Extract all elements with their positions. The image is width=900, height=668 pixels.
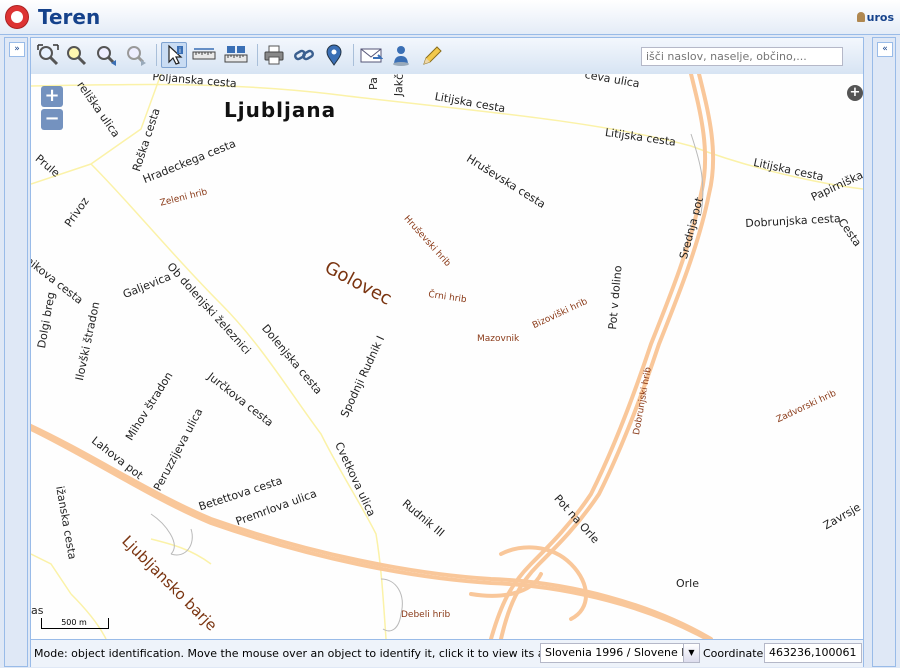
map-panel: i išči naslov, naselje, občino,... + − +… xyxy=(30,37,864,667)
svg-text:i: i xyxy=(179,47,181,55)
status-bar: Mode: object identification. Move the mo… xyxy=(31,639,863,667)
zoom-out-button[interactable]: − xyxy=(41,109,63,130)
search-input[interactable] xyxy=(641,47,843,66)
zoom-next-button[interactable] xyxy=(123,42,149,68)
map-canvas[interactable]: + − + Ljubljana Golovec Ljubljansko barj… xyxy=(31,74,863,639)
user-menu[interactable]: uros xyxy=(856,11,894,24)
map-label: Mazovnik xyxy=(477,334,520,344)
zoom-extent-button[interactable] xyxy=(35,42,61,68)
title-bar: Teren uros xyxy=(0,0,900,35)
link-button[interactable] xyxy=(291,42,317,68)
left-side-panel: » xyxy=(4,37,28,667)
app-title: Teren xyxy=(38,5,101,29)
coordinate-label: Coordinate: xyxy=(703,647,768,660)
measure-distance-button[interactable] xyxy=(191,42,217,68)
right-side-panel: « xyxy=(872,37,896,667)
email-icon xyxy=(360,48,383,63)
map-label: Orle xyxy=(676,577,700,590)
user-name: uros xyxy=(866,11,894,24)
zoom-extent-icon xyxy=(37,44,59,66)
map-label: Pa xyxy=(367,77,380,90)
coordinate-field: 463236,100061 xyxy=(764,643,862,663)
identify-icon: i xyxy=(168,44,183,65)
layer-switcher-button[interactable]: + xyxy=(847,85,863,101)
chevron-down-icon[interactable]: ▼ xyxy=(683,644,699,662)
crs-select[interactable]: Slovenia 1996 / Slovene Na ▼ xyxy=(540,643,700,663)
zoom-in-tool-button[interactable] xyxy=(63,42,89,68)
map-toolbar: i xyxy=(31,38,863,75)
zoom-next-icon xyxy=(127,46,146,66)
measure-area-icon xyxy=(224,46,248,63)
zoom-in-tool-icon xyxy=(67,46,87,66)
location-pin-button[interactable] xyxy=(321,42,347,68)
toolbar-separator xyxy=(353,44,354,66)
expand-left-panel-button[interactable]: » xyxy=(9,42,25,57)
pencil-icon xyxy=(423,46,442,65)
zoom-in-button[interactable]: + xyxy=(41,86,63,107)
measure-area-button[interactable] xyxy=(223,42,249,68)
user-icon xyxy=(393,46,409,66)
zoom-previous-icon xyxy=(97,46,116,66)
app-logo-icon xyxy=(5,5,29,29)
pencil-button[interactable] xyxy=(418,42,444,68)
user-avatar-icon xyxy=(856,12,865,22)
location-pin-icon xyxy=(326,44,342,66)
scale-label: 500 m xyxy=(61,618,87,627)
measure-distance-icon xyxy=(192,48,216,60)
toolbar-separator xyxy=(257,44,258,66)
collapse-right-panel-button[interactable]: « xyxy=(877,42,893,57)
email-button[interactable] xyxy=(358,42,384,68)
identify-button[interactable]: i xyxy=(161,42,187,68)
map-label: Jakč xyxy=(392,74,406,97)
map-label: Ljubljana xyxy=(224,98,337,122)
toolbar-separator xyxy=(156,44,157,66)
print-button[interactable] xyxy=(261,42,287,68)
map-label: as xyxy=(31,604,44,617)
link-icon xyxy=(294,49,314,61)
zoom-previous-button[interactable] xyxy=(93,42,119,68)
crs-value: Slovenia 1996 / Slovene Na xyxy=(545,646,697,659)
print-icon xyxy=(264,45,284,65)
map-roads-layer xyxy=(31,74,863,639)
map-label: Debeli hrib xyxy=(401,610,451,620)
user-button[interactable] xyxy=(388,42,414,68)
mode-text: Mode: object identification. Move the mo… xyxy=(34,647,618,660)
